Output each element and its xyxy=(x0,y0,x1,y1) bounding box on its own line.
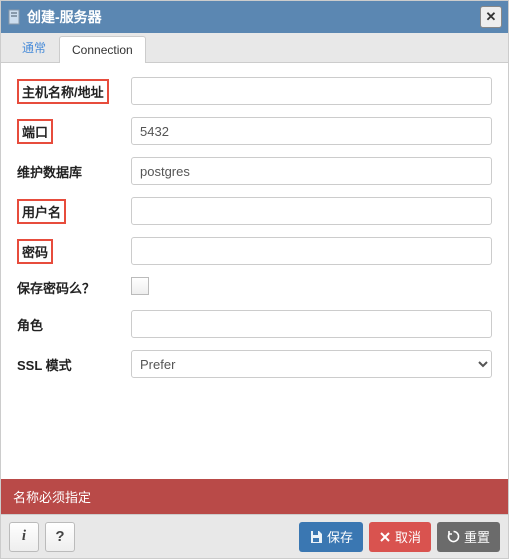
role-label: 角色 xyxy=(17,315,131,334)
info-button[interactable]: i xyxy=(9,522,39,552)
server-icon xyxy=(7,9,21,25)
sslmode-select[interactable]: Prefer xyxy=(131,350,492,378)
port-label: 端口 xyxy=(17,119,131,144)
create-server-dialog: 创建-服务器 ✕ 通常 Connection 主机名称/地址 端口 维护数据库 … xyxy=(0,0,509,559)
username-input[interactable] xyxy=(131,197,492,225)
close-icon xyxy=(379,531,391,543)
error-message: 名称必须指定 xyxy=(13,490,91,505)
tab-bar: 通常 Connection xyxy=(1,33,508,63)
row-sslmode: SSL 模式 Prefer xyxy=(17,350,492,378)
row-maintdb: 维护数据库 xyxy=(17,157,492,185)
role-input[interactable] xyxy=(131,310,492,338)
savepwd-label: 保存密码么？ xyxy=(17,278,131,297)
reset-button[interactable]: 重置 xyxy=(437,522,500,552)
error-bar: 名称必须指定 xyxy=(1,479,508,514)
save-button[interactable]: 保存 xyxy=(299,522,363,552)
maintdb-label: 维护数据库 xyxy=(17,162,131,181)
row-password: 密码 xyxy=(17,237,492,265)
savepwd-checkbox[interactable] xyxy=(131,277,149,295)
row-username: 用户名 xyxy=(17,197,492,225)
host-label: 主机名称/地址 xyxy=(17,79,131,104)
save-icon xyxy=(309,530,323,544)
sslmode-label: SSL 模式 xyxy=(17,355,131,374)
row-savepwd: 保存密码么？ xyxy=(17,277,492,298)
maintdb-input[interactable] xyxy=(131,157,492,185)
tab-general[interactable]: 通常 xyxy=(9,32,59,62)
host-input[interactable] xyxy=(131,77,492,105)
row-host: 主机名称/地址 xyxy=(17,77,492,105)
password-label: 密码 xyxy=(17,239,131,264)
form-area: 主机名称/地址 端口 维护数据库 用户名 密码 保存密码么？ 角色 xyxy=(1,63,508,479)
titlebar: 创建-服务器 ✕ xyxy=(1,1,508,33)
username-label: 用户名 xyxy=(17,199,131,224)
password-input[interactable] xyxy=(131,237,492,265)
footer: i ? 保存 取消 重置 xyxy=(1,514,508,558)
tab-connection[interactable]: Connection xyxy=(59,36,146,63)
close-button[interactable]: ✕ xyxy=(480,6,502,28)
cancel-button[interactable]: 取消 xyxy=(369,522,431,552)
help-button[interactable]: ? xyxy=(45,522,75,552)
row-role: 角色 xyxy=(17,310,492,338)
dialog-title: 创建-服务器 xyxy=(27,7,480,27)
port-input[interactable] xyxy=(131,117,492,145)
row-port: 端口 xyxy=(17,117,492,145)
recycle-icon xyxy=(447,530,460,543)
